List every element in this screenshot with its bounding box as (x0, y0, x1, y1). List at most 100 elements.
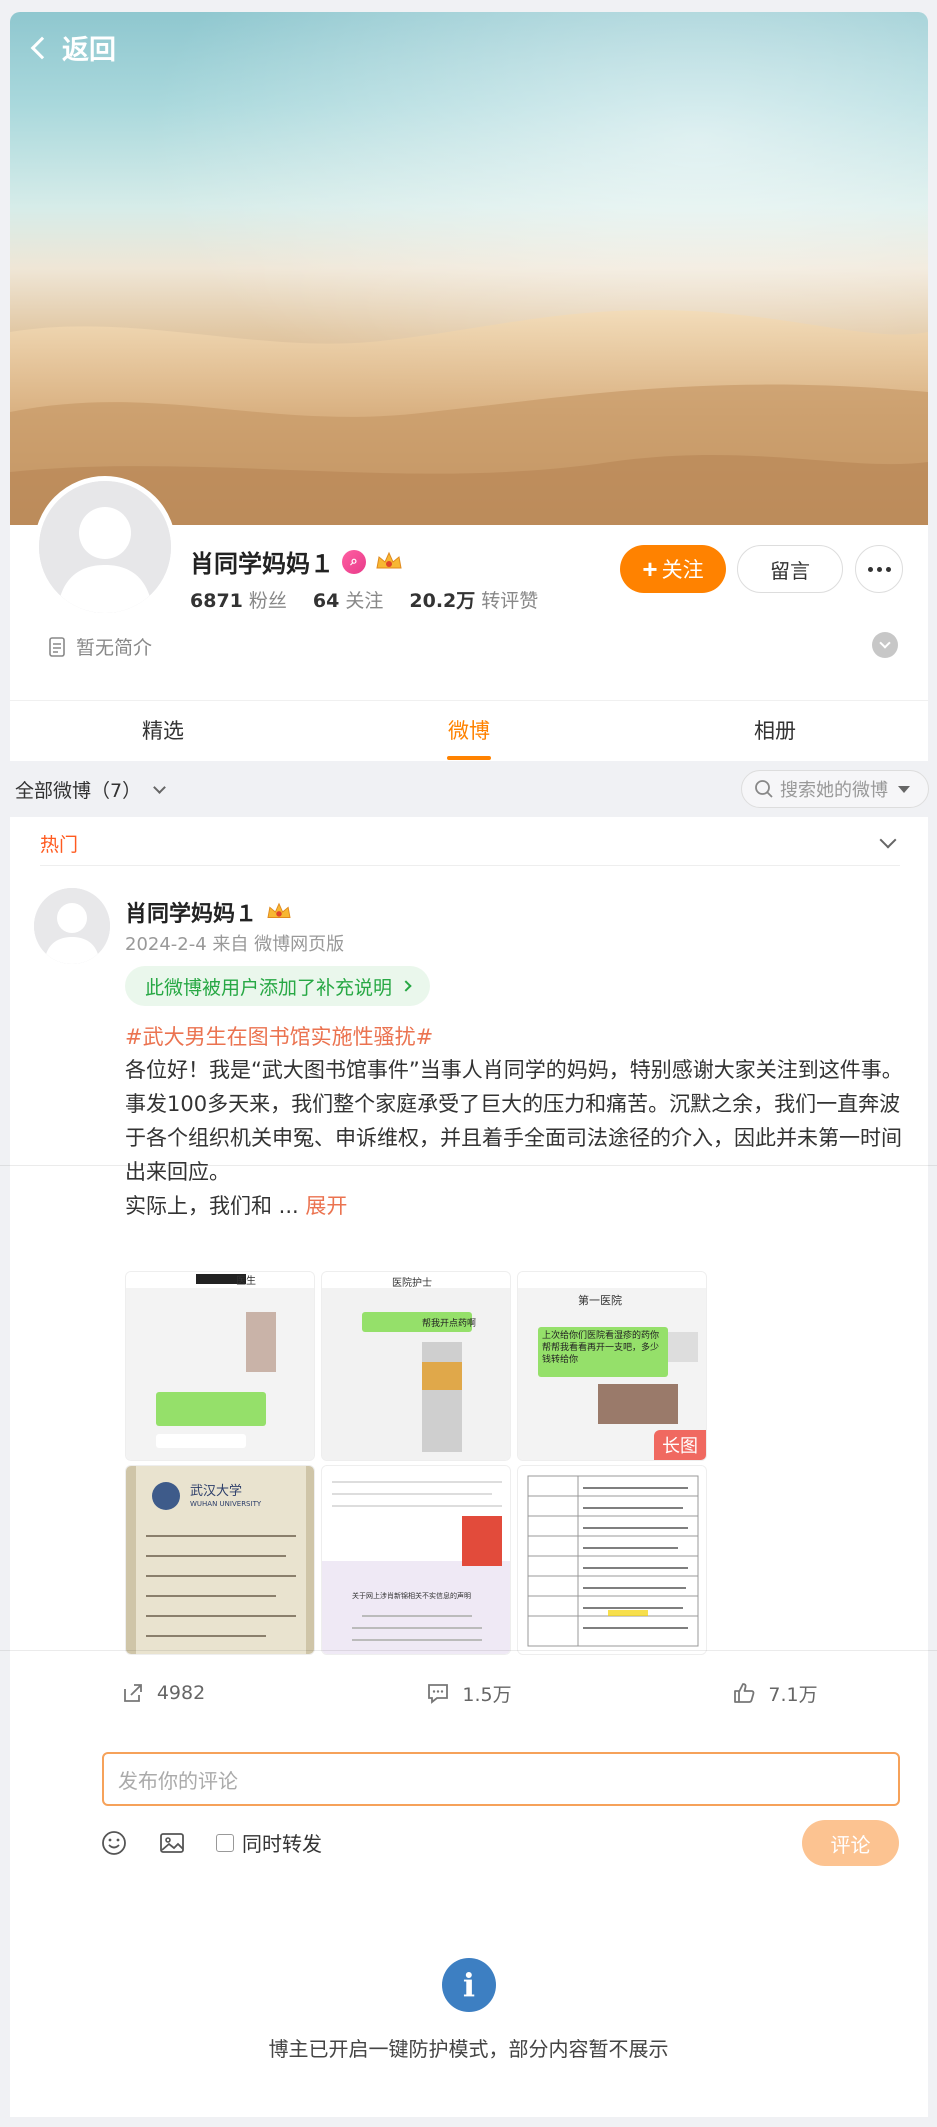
dot-icon (876, 566, 882, 572)
chevron-down-icon (879, 637, 891, 649)
dot-icon (867, 566, 873, 572)
profile-stats: 6871 粉丝 64 关注 20.2万 转评赞 (190, 586, 538, 613)
following-stat[interactable]: 64 关注 (313, 586, 383, 613)
comment-icon (428, 1684, 449, 1704)
post-author-row: 肖同学妈妈１ (125, 896, 293, 928)
dot-icon (885, 566, 891, 572)
profile-avatar[interactable] (34, 476, 176, 618)
bio-text: 暂无简介 (76, 637, 153, 659)
expand-profile-button[interactable] (872, 632, 898, 658)
repost-button[interactable]: 4982 (10, 1668, 316, 1718)
post-image[interactable]: 第一医院 上次给你们医院看湿疹的药你帮帮我看看再开一支吧，多少钱转给你 长图 (517, 1271, 707, 1461)
comment-placeholder: 发布你的评论 (118, 1768, 238, 1793)
search-badge-icon[interactable]: ⌕ (342, 549, 366, 574)
image-grid: 医生 医院护士 帮我开点药啊 第一医院 上次给你们医院看湿疹的药你帮帮我看看再开… (125, 1271, 709, 1655)
divider (0, 1165, 937, 1166)
search-posts-input[interactable]: 搜索她的微博 (741, 770, 929, 808)
post-hashtag[interactable]: #武大男生在图书馆实施性骚扰# (125, 1021, 433, 1051)
bio-row: 暂无简介 (48, 633, 152, 660)
post-image[interactable]: 医生 (125, 1271, 315, 1461)
image-top-label: 医生 (236, 1276, 256, 1287)
submit-comment-button[interactable]: 评论 (802, 1820, 899, 1866)
post-actions: 4982 1.5万 7.1万 (10, 1668, 928, 1718)
post-image[interactable] (517, 1465, 707, 1655)
tab-weibo[interactable]: 微博 (316, 701, 622, 760)
likes-label: 转评赞 (481, 590, 539, 612)
post-body-line: 各位好！我是“武大图书馆事件”当事人肖同学的妈妈，特别感谢大家关注到这件事。 (125, 1058, 903, 1082)
tab-album[interactable]: 相册 (622, 701, 928, 760)
back-label: 返回 (62, 35, 116, 66)
supplement-note-button[interactable]: 此微博被用户添加了补充说明 (125, 966, 431, 1006)
post-image[interactable]: 医院护士 帮我开点药啊 (321, 1271, 511, 1461)
all-posts-filter[interactable]: 全部微博（7） (15, 776, 166, 803)
repost-icon (123, 1684, 142, 1702)
search-placeholder: 搜索她的微博 (780, 780, 888, 801)
following-count: 64 (312, 590, 340, 612)
post-author-name[interactable]: 肖同学妈妈１ (125, 896, 257, 928)
emoji-icon[interactable] (100, 1829, 128, 1857)
image-top-label: 武汉大学 (190, 1484, 243, 1499)
repost-checkbox-label: 同时转发 (242, 1832, 322, 1856)
profile-name: 肖同学妈妈１ (190, 550, 334, 578)
image-top-label: 医院护士 (392, 1278, 432, 1289)
comment-tools: 同时转发 (100, 1828, 322, 1857)
chevron-right-icon (400, 980, 412, 992)
expand-post-link[interactable]: 展开 (305, 1194, 347, 1218)
hot-section-label: 热门 (40, 834, 79, 856)
chevron-down-icon (153, 780, 166, 794)
following-label: 关注 (345, 590, 384, 612)
like-button[interactable]: 7.1万 (622, 1668, 928, 1718)
post-body-line: 实际上，我们和 ... 展开 (125, 1189, 903, 1223)
plus-icon: + (642, 554, 658, 584)
followers-label: 粉丝 (248, 590, 287, 612)
post-body-line: 事发100多天来，我们整个家庭承受了巨大的压力和痛苦。沉默之余，我们一直奔波于各… (125, 1092, 902, 1184)
message-label: 留言 (770, 560, 810, 583)
divider (40, 865, 900, 866)
crown-badge-icon[interactable] (374, 550, 404, 574)
repost-checkbox[interactable]: 同时转发 (216, 1828, 322, 1857)
document-icon (49, 636, 65, 657)
post-body-truncated: 实际上，我们和 ... (125, 1194, 299, 1218)
cover-image: 返回 (10, 12, 928, 525)
like-count: 7.1万 (768, 1683, 818, 1706)
tab-featured[interactable]: 精选 (10, 701, 316, 760)
comment-input[interactable]: 发布你的评论 (102, 1752, 900, 1806)
followers-count: 6871 (190, 590, 243, 612)
more-options-button[interactable] (855, 545, 903, 593)
post-image[interactable]: 关于网上涉肖新锦相关不实信息的声明 (321, 1465, 511, 1655)
post-author-avatar[interactable] (34, 888, 110, 964)
crown-badge-icon (267, 902, 291, 918)
likes-stat: 20.2万 转评赞 (409, 586, 538, 613)
checkbox[interactable] (216, 1833, 234, 1852)
follow-label: 关注 (661, 559, 704, 582)
caret-down-icon (898, 785, 910, 793)
profile-tabs: 精选 微博 相册 (10, 700, 928, 760)
back-button[interactable]: 返回 (30, 28, 116, 67)
supplement-label: 此微博被用户添加了补充说明 (145, 976, 393, 999)
info-icon: i (442, 1958, 496, 2012)
image-caption: 关于网上涉肖新锦相关不实信息的声明 (352, 1592, 471, 1600)
comment-count: 1.5万 (462, 1683, 512, 1706)
image-icon[interactable] (158, 1829, 186, 1857)
chevron-left-icon (30, 36, 54, 59)
search-icon (755, 780, 773, 798)
filter-label: 全部微博（7） (15, 780, 142, 802)
follow-button[interactable]: + 关注 (620, 545, 726, 593)
profile-name-row: 肖同学妈妈１ ⌕ (190, 544, 404, 579)
post-meta: 2024-2-4 来自 微博网页版 (125, 934, 345, 955)
image-caption: 帮我开点药啊 (422, 1319, 477, 1329)
divider (0, 1650, 937, 1651)
submit-label: 评论 (830, 1832, 871, 1857)
post-image[interactable]: 武汉大学 WUHAN UNIVERSITY (125, 1465, 315, 1655)
protection-notice: 博主已开启一键防护模式，部分内容暂不展示 (268, 2037, 669, 2061)
followers-stat[interactable]: 6871 粉丝 (190, 586, 287, 613)
post-body: 各位好！我是“武大图书馆事件”当事人肖同学的妈妈，特别感谢大家关注到这件事。 事… (125, 1053, 903, 1223)
repost-count: 4982 (156, 1682, 206, 1704)
image-caption: WUHAN UNIVERSITY (190, 1500, 262, 1508)
comment-button[interactable]: 1.5万 (316, 1668, 622, 1718)
likes-count: 20.2万 (409, 590, 476, 612)
long-image-badge: 长图 (654, 1430, 706, 1460)
image-caption: 上次给你们医院看湿疹的药你帮帮我看看再开一支吧，多少钱转给你 (542, 1331, 660, 1365)
image-top-label: 第一医院 (578, 1294, 622, 1307)
message-button[interactable]: 留言 (737, 545, 843, 593)
